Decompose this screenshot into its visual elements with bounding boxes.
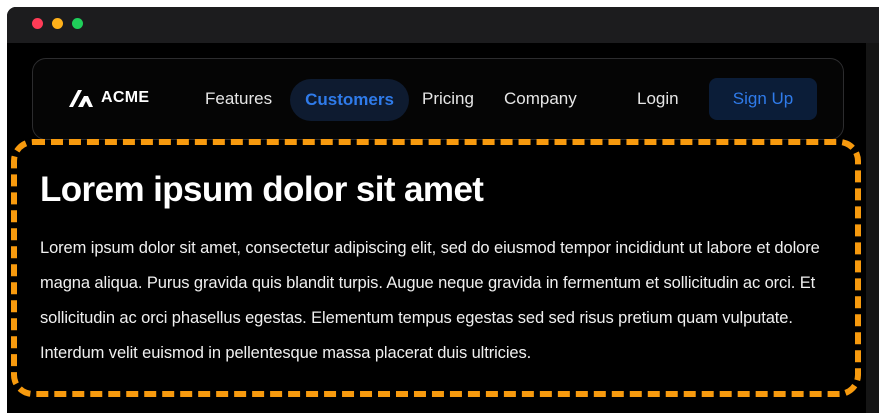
brand-logo[interactable]: ACME — [69, 88, 149, 107]
minimize-window-button[interactable] — [52, 18, 63, 29]
top-navigation-bar: ACME Features Customers Pricing Company … — [32, 58, 844, 140]
login-link[interactable]: Login — [637, 87, 679, 111]
hero-title: Lorem ipsum dolor sit amet — [40, 170, 484, 209]
brand-name: ACME — [101, 88, 150, 106]
window-titlebar — [7, 7, 879, 43]
nav-link-customers[interactable]: Customers — [290, 79, 409, 121]
nav-link-features[interactable]: Features — [205, 87, 272, 111]
hero-body-text: Lorem ipsum dolor sit amet, consectetur … — [40, 239, 820, 362]
browser-window: ACME Features Customers Pricing Company … — [7, 7, 879, 413]
acme-logo-icon — [69, 90, 93, 107]
close-window-button[interactable] — [32, 18, 43, 29]
maximize-window-button[interactable] — [72, 18, 83, 29]
nav-link-company[interactable]: Company — [504, 87, 577, 111]
sign-up-button[interactable]: Sign Up — [709, 78, 817, 120]
vertical-scrollbar[interactable] — [866, 43, 879, 413]
nav-link-pricing[interactable]: Pricing — [422, 87, 474, 111]
